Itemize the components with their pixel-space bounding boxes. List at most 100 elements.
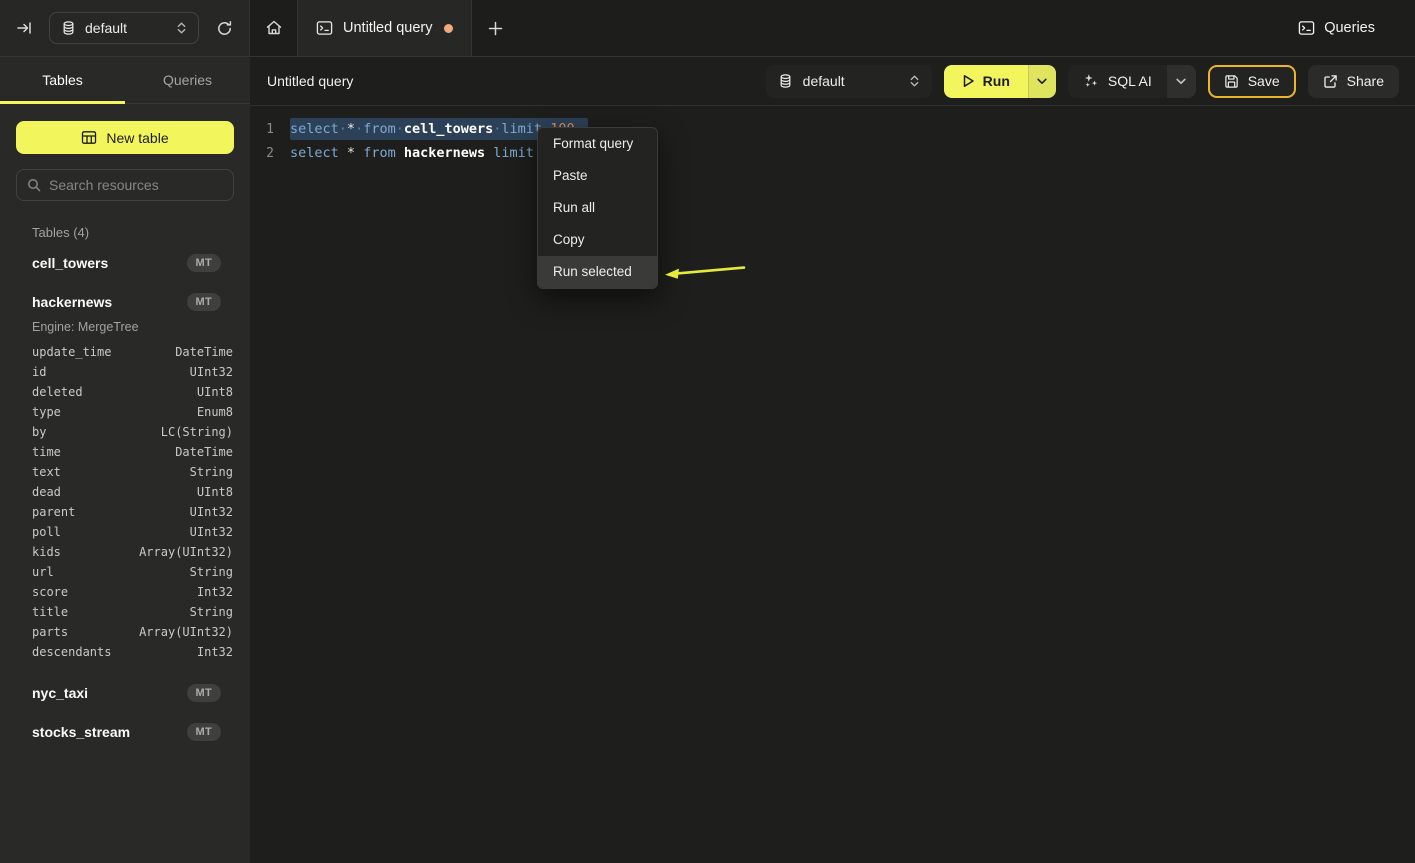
refresh-icon: [216, 20, 233, 37]
column-row: pollUInt32: [0, 522, 250, 542]
save-button[interactable]: Save: [1208, 65, 1296, 98]
column-row: titleString: [0, 602, 250, 622]
play-icon: [962, 74, 975, 88]
column-name: by: [32, 425, 46, 439]
column-name: url: [32, 565, 54, 579]
menu-item-copy[interactable]: Copy: [538, 224, 657, 256]
tab-label: Untitled query: [343, 20, 432, 36]
sidebar-tab-tables[interactable]: Tables: [0, 57, 125, 103]
new-table-button-label: New table: [106, 130, 168, 146]
share-button[interactable]: Share: [1308, 65, 1399, 98]
tab-untitled-query[interactable]: Untitled query: [297, 0, 472, 56]
menu-item-format-query[interactable]: Format query: [538, 128, 657, 160]
engine-badge: MT: [187, 254, 221, 272]
column-row: urlString: [0, 562, 250, 582]
token-kw: from: [363, 145, 396, 161]
search-input[interactable]: [49, 177, 223, 193]
search-box[interactable]: [16, 169, 234, 201]
column-row: by LC(String): [0, 422, 250, 442]
refresh-button[interactable]: [216, 20, 233, 37]
table-name: nyc_taxi: [32, 685, 88, 701]
toolbar-database-value: default: [803, 73, 845, 89]
sidebar-tab-queries[interactable]: Queries: [125, 57, 250, 103]
database-icon: [61, 20, 76, 36]
engine-info: Engine: MergeTree: [32, 320, 250, 334]
run-button[interactable]: Run: [944, 65, 1028, 98]
menu-item-paste[interactable]: Paste: [538, 160, 657, 192]
engine-badge: MT: [187, 293, 221, 311]
column-name: poll: [32, 525, 61, 539]
column-row: descendantsInt32: [0, 642, 250, 662]
token-op: *: [347, 145, 355, 161]
plus-icon: [488, 21, 503, 36]
database-selector[interactable]: default: [49, 12, 199, 44]
save-icon: [1224, 74, 1239, 89]
table-item-nyc-taxi[interactable]: nyc_taxi MT: [0, 676, 250, 709]
database-icon: [778, 73, 793, 89]
menu-item-run-selected[interactable]: Run selected: [538, 256, 657, 288]
new-tab-button[interactable]: [472, 0, 518, 56]
queries-button[interactable]: Queries: [1298, 0, 1375, 56]
editor-context-menu: Format queryPasteRun allCopyRun selected: [537, 127, 658, 289]
database-selector-value: default: [85, 20, 127, 36]
column-name: deleted: [32, 385, 83, 399]
column-row: kidsArray(UInt32): [0, 542, 250, 562]
sql-editor[interactable]: 1select·*·from·cell_towers·limit·100·2se…: [250, 106, 1415, 863]
sql-ai-split-button: SQL AI: [1068, 65, 1196, 98]
column-name: dead: [32, 485, 61, 499]
collapse-sidebar-button[interactable]: [16, 20, 32, 36]
home-tab[interactable]: [250, 0, 297, 56]
save-button-label: Save: [1248, 73, 1280, 89]
home-icon: [265, 19, 283, 37]
column-row: partsArray(UInt32): [0, 622, 250, 642]
column-name: type: [32, 405, 61, 419]
token-kw: select: [290, 121, 339, 137]
table-item-cell-towers[interactable]: cell_towers MT: [0, 246, 250, 279]
table-name: cell_towers: [32, 255, 108, 271]
code-line[interactable]: 2select * from hackernews limit: [250, 141, 1415, 165]
new-table-button[interactable]: New table: [16, 121, 234, 154]
tables-section-label: Tables (4): [32, 225, 250, 240]
sidebar: Tables Queries New table Tables (4) cell…: [0, 57, 250, 863]
column-type: UInt8: [197, 485, 233, 499]
sidebar-tab-tables-label: Tables: [42, 72, 82, 88]
token-kw: limit: [501, 121, 542, 137]
sql-ai-button[interactable]: SQL AI: [1068, 65, 1167, 98]
column-row: textString: [0, 462, 250, 482]
run-options-caret[interactable]: [1028, 65, 1056, 98]
run-split-button: Run: [944, 65, 1056, 98]
menu-item-run-all[interactable]: Run all: [538, 192, 657, 224]
column-row: update_timeDateTime: [0, 342, 250, 362]
table-item-hackernews[interactable]: hackernews MT: [0, 285, 250, 318]
sql-console-icon: [316, 20, 333, 36]
whitespace-dot: ·: [396, 121, 404, 137]
column-type: LC(String): [161, 425, 233, 439]
chevron-updown-icon: [176, 21, 187, 35]
column-name: id: [32, 365, 46, 379]
table-name: hackernews: [32, 294, 112, 310]
token-kw: from: [363, 121, 396, 137]
column-name: score: [32, 585, 68, 599]
queries-button-label: Queries: [1324, 20, 1375, 36]
unsaved-changes-dot: [444, 24, 453, 33]
column-row: dead UInt8: [0, 482, 250, 502]
top-bar: default: [0, 0, 1415, 57]
line-number: 2: [250, 146, 274, 161]
sparkles-icon: [1083, 73, 1099, 89]
queries-icon: [1298, 20, 1315, 36]
column-name: parts: [32, 625, 68, 639]
column-row: timeDateTime: [0, 442, 250, 462]
column-type: UInt32: [190, 365, 233, 379]
whitespace-dot: ·: [339, 121, 347, 137]
code-line[interactable]: 1select·*·from·cell_towers·limit·100·: [250, 117, 1415, 141]
toolbar-database-selector[interactable]: default: [766, 65, 932, 98]
token-table: cell_towers: [404, 121, 493, 137]
table-item-stocks-stream[interactable]: stocks_stream MT: [0, 715, 250, 748]
table-name: stocks_stream: [32, 724, 130, 740]
column-name: text: [32, 465, 61, 479]
column-type: UInt32: [190, 505, 233, 519]
sql-ai-options-caret[interactable]: [1167, 65, 1196, 98]
table-grid-icon: [81, 130, 97, 145]
column-type: Int32: [197, 645, 233, 659]
share-button-label: Share: [1347, 73, 1384, 89]
